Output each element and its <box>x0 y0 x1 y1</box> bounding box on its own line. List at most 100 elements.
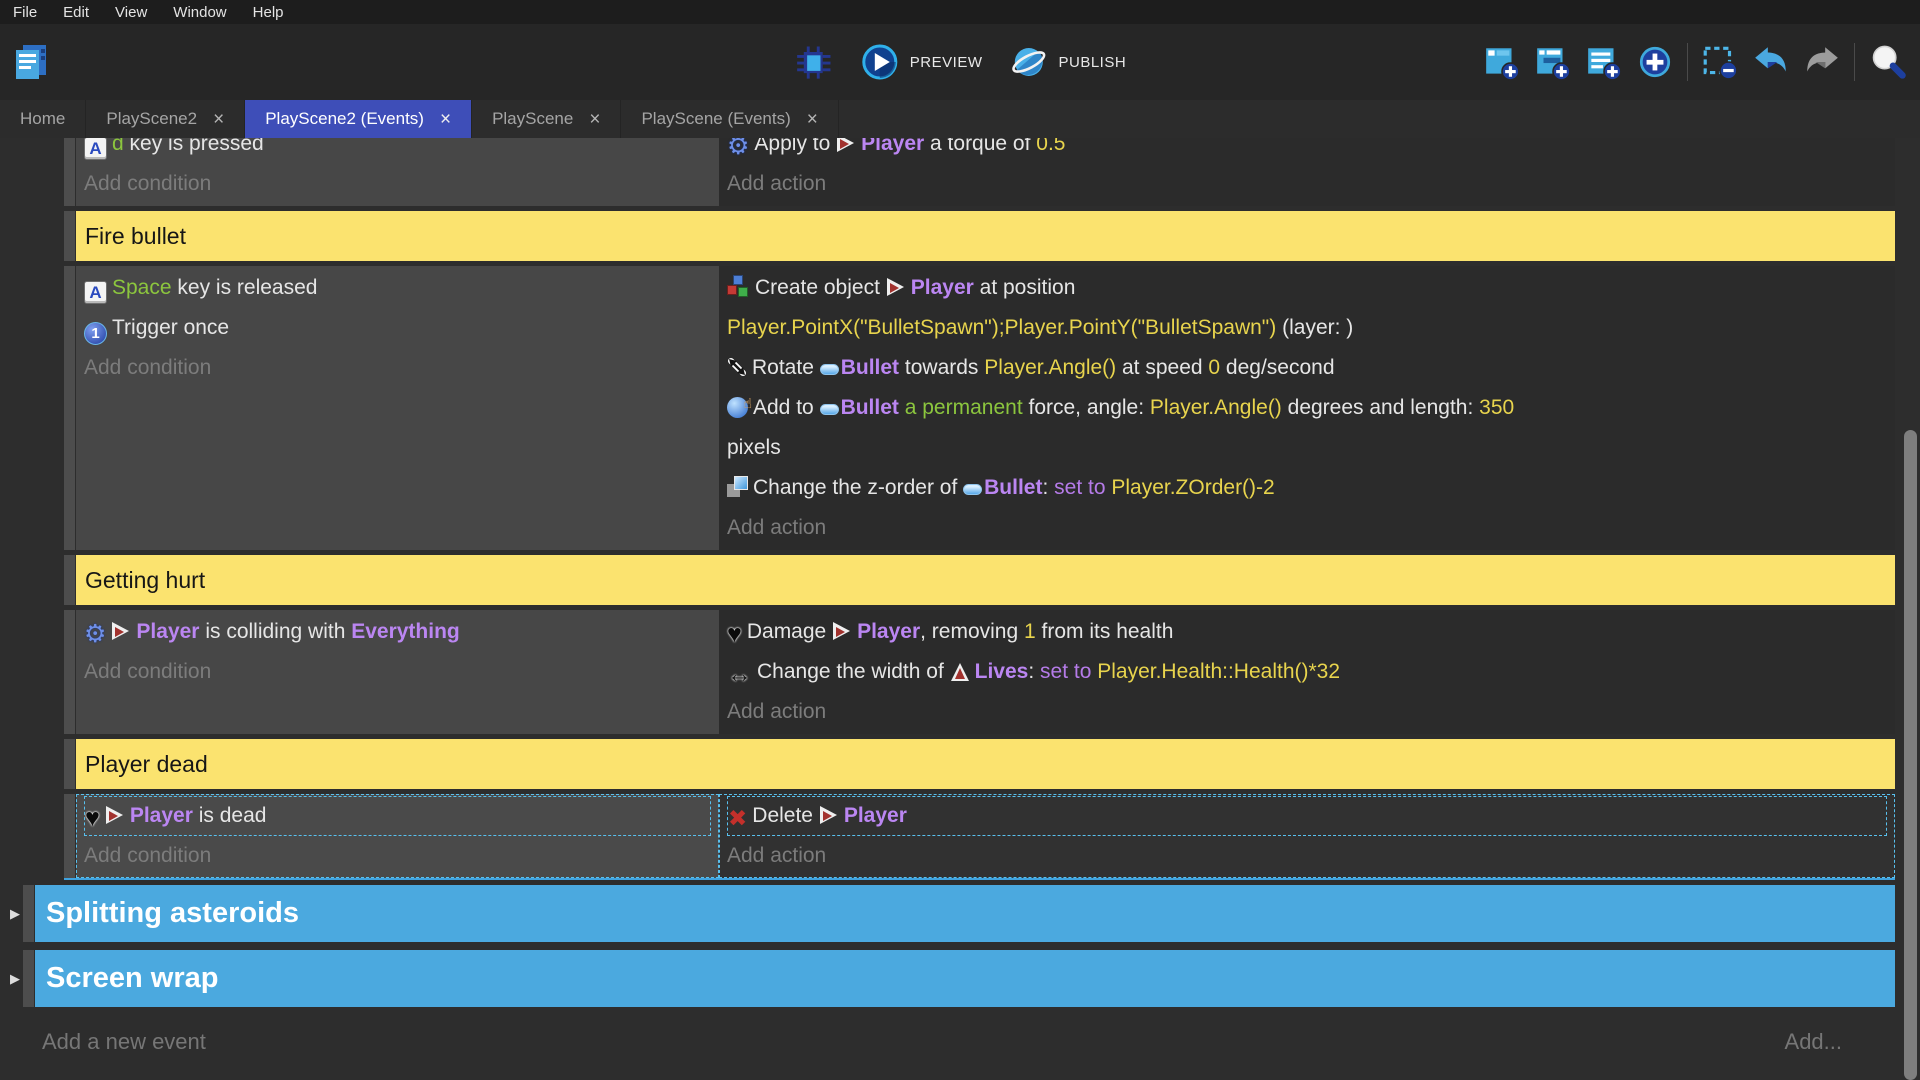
drag-handle[interactable] <box>64 266 75 550</box>
create-object-icon <box>727 275 750 298</box>
action-line[interactable]: ♥Damage Player, removing 1 from its heal… <box>727 612 1895 652</box>
add-new-event-button[interactable]: Add a new event <box>42 1029 206 1055</box>
debug-icon[interactable] <box>794 42 834 82</box>
bullet-icon <box>820 364 839 375</box>
group-header[interactable]: Splitting asteroids <box>35 885 1895 942</box>
player-icon <box>819 805 839 825</box>
trigger-once-icon: 1 <box>84 322 107 345</box>
drag-handle[interactable] <box>64 211 75 261</box>
conditions-cell[interactable]: ⚙Player is colliding with EverythingAdd … <box>76 610 719 734</box>
drag-handle[interactable] <box>64 610 75 734</box>
conditions-cell[interactable]: Ad key is pressedAdd condition <box>76 138 719 206</box>
add-action-button[interactable]: Add action <box>727 508 1895 548</box>
tab-playscene2[interactable]: PlayScene2× <box>86 100 245 138</box>
drag-handle[interactable] <box>64 739 75 789</box>
condition-line[interactable]: 1Trigger once <box>84 308 719 348</box>
condition-line[interactable]: ♥Player is dead <box>84 796 711 836</box>
condition-line[interactable]: ASpace key is released <box>84 268 719 308</box>
undo-icon[interactable] <box>1752 43 1790 81</box>
action-line[interactable]: Create object Player at position Player.… <box>727 268 1895 348</box>
comment-row: Fire bullet <box>64 211 1895 261</box>
redo-icon[interactable] <box>1803 43 1841 81</box>
tab-home[interactable]: Home <box>0 100 86 138</box>
comment-row: Player dead <box>64 739 1895 789</box>
menu-item-help[interactable]: Help <box>240 4 297 21</box>
add-action-button[interactable]: Add action <box>727 164 1895 204</box>
toolbar: PREVIEW PUBLISH <box>0 24 1920 100</box>
preview-label: PREVIEW <box>910 54 983 71</box>
comment-bar[interactable]: Fire bullet <box>76 211 1895 261</box>
heart-icon: ♥ <box>85 807 100 830</box>
physics-icon: ⚙ <box>84 623 106 646</box>
add-condition-button[interactable]: Add condition <box>84 348 719 388</box>
project-manager-icon <box>10 41 52 83</box>
add-condition-button[interactable]: Add condition <box>84 836 719 876</box>
rotate-icon <box>727 357 747 377</box>
player-icon <box>886 277 906 297</box>
add-subevent-icon[interactable] <box>1534 43 1572 81</box>
tab-playscene[interactable]: PlayScene× <box>472 100 621 138</box>
tab-close-icon[interactable]: × <box>213 110 224 129</box>
preview-play-icon <box>860 42 900 82</box>
lives-icon <box>950 661 970 681</box>
publish-icon <box>1008 42 1048 82</box>
menu-item-window[interactable]: Window <box>160 4 239 21</box>
add-condition-button[interactable]: Add condition <box>84 652 719 692</box>
menu-item-edit[interactable]: Edit <box>50 4 102 21</box>
publish-button[interactable]: PUBLISH <box>1008 42 1126 82</box>
drag-handle[interactable] <box>64 138 75 206</box>
event-row: ASpace key is released1Trigger onceAdd c… <box>64 266 1895 550</box>
player-icon <box>111 621 131 641</box>
drag-handle[interactable] <box>23 885 34 942</box>
action-line[interactable]: ⚙Apply to Player a torque of 0.5 <box>727 138 1895 164</box>
actions-cell[interactable]: ⚙Apply to Player a torque of 0.5Add acti… <box>719 138 1895 206</box>
publish-label: PUBLISH <box>1058 54 1126 71</box>
player-icon <box>836 138 856 153</box>
action-line[interactable]: Rotate Bullet towards Player.Angle() at … <box>727 348 1895 388</box>
add-action-button[interactable]: Add action <box>727 692 1895 732</box>
group-row: ▶Splitting asteroids <box>10 885 1895 942</box>
action-line[interactable]: ↔Change the width of Lives: set to Playe… <box>727 652 1895 692</box>
condition-line[interactable]: Ad key is pressed <box>84 138 719 164</box>
drag-handle[interactable] <box>23 950 34 1007</box>
add-comment-icon[interactable] <box>1585 43 1623 81</box>
scrollbar-thumb[interactable] <box>1904 430 1917 1080</box>
conditions-cell[interactable]: ♥Player is deadAdd condition <box>76 794 719 878</box>
drag-handle[interactable] <box>64 794 75 878</box>
bullet-icon <box>820 404 839 415</box>
menu-item-file[interactable]: File <box>0 4 50 21</box>
drag-handle[interactable] <box>64 555 75 605</box>
events-sheet: Ad key is pressedAdd condition⚙Apply to … <box>0 138 1920 1080</box>
remove-selection-icon[interactable] <box>1701 43 1739 81</box>
action-line[interactable]: Add to Bullet a permanent force, angle: … <box>727 388 1895 468</box>
add-event-icon[interactable] <box>1483 43 1521 81</box>
condition-line[interactable]: ⚙Player is colliding with Everything <box>84 612 719 652</box>
project-manager-button[interactable] <box>10 41 52 83</box>
tab-playscene2-events-[interactable]: PlayScene2 (Events)× <box>245 100 472 138</box>
tab-close-icon[interactable]: × <box>807 110 818 129</box>
collapse-arrow-icon[interactable]: ▶ <box>10 885 22 942</box>
conditions-cell[interactable]: ASpace key is released1Trigger onceAdd c… <box>76 266 719 550</box>
comment-bar[interactable]: Getting hurt <box>76 555 1895 605</box>
tab-close-icon[interactable]: × <box>440 110 451 129</box>
action-line[interactable]: ✖Delete Player <box>727 796 1887 836</box>
physics-icon: ⚙ <box>727 138 749 158</box>
delete-icon: ✖ <box>728 807 747 830</box>
actions-cell[interactable]: ✖Delete PlayerAdd action <box>719 794 1895 878</box>
preview-button[interactable]: PREVIEW <box>860 42 983 82</box>
tab-playscene-events-[interactable]: PlayScene (Events)× <box>621 100 838 138</box>
width-icon: ↔ <box>727 663 752 686</box>
collapse-arrow-icon[interactable]: ▶ <box>10 950 22 1007</box>
actions-cell[interactable]: Create object Player at position Player.… <box>719 266 1895 550</box>
actions-cell[interactable]: ♥Damage Player, removing 1 from its heal… <box>719 610 1895 734</box>
add-button[interactable]: Add... <box>1785 1029 1842 1055</box>
menu-item-view[interactable]: View <box>102 4 160 21</box>
tab-close-icon[interactable]: × <box>589 110 600 129</box>
add-condition-button[interactable]: Add condition <box>84 164 719 204</box>
search-icon[interactable] <box>1868 42 1908 82</box>
add-action-button[interactable]: Add action <box>727 836 1895 876</box>
add-new-icon[interactable] <box>1636 43 1674 81</box>
action-line[interactable]: Change the z-order of Bullet: set to Pla… <box>727 468 1895 508</box>
comment-bar[interactable]: Player dead <box>76 739 1895 789</box>
group-header[interactable]: Screen wrap <box>35 950 1895 1007</box>
